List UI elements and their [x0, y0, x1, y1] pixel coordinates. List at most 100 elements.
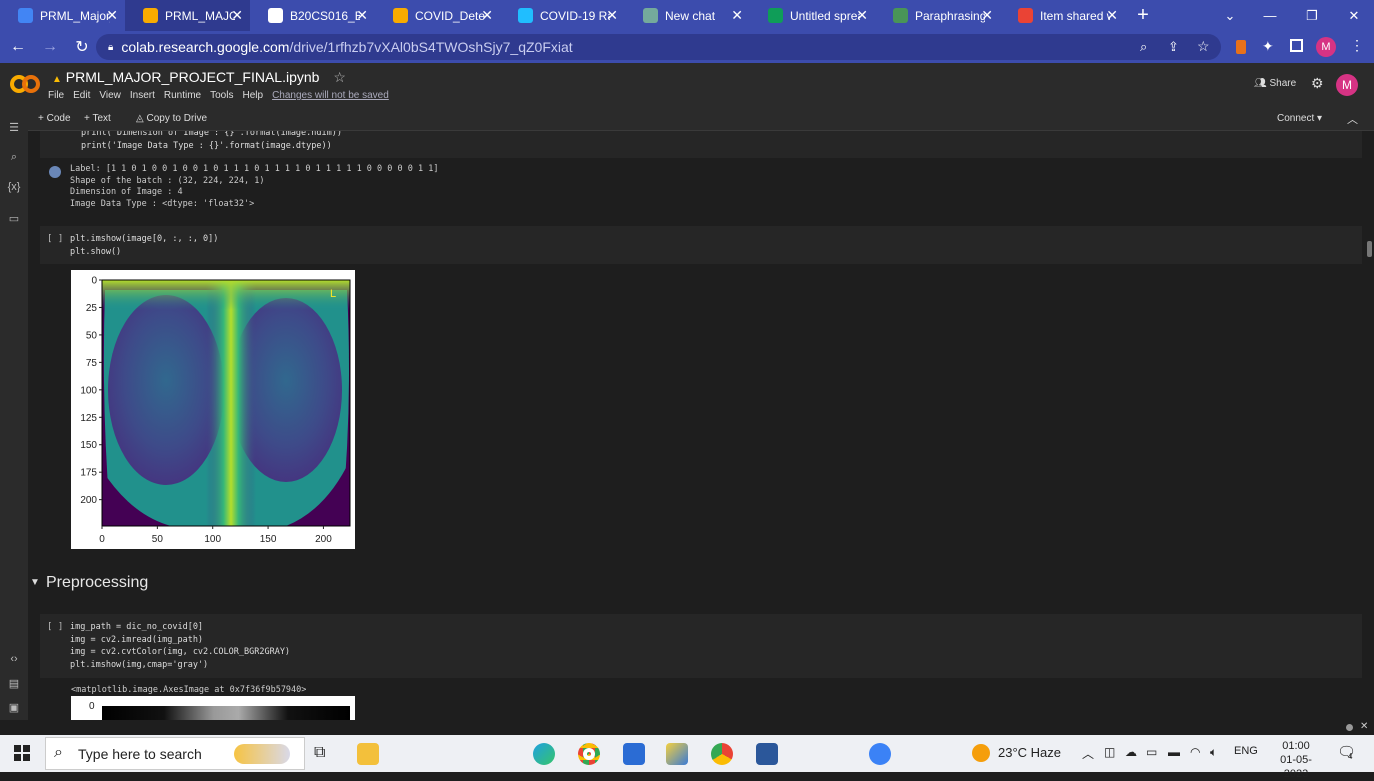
wifi-icon[interactable]: ◠ [1190, 745, 1200, 759]
security-app-icon[interactable] [623, 743, 645, 765]
code-cell[interactable]: [ ] img_path = dic_no_covid[0] img = cv2.… [40, 614, 1362, 678]
python-idle-icon[interactable] [666, 743, 688, 765]
browser-tab[interactable]: PRML_Major_I✕ [0, 0, 125, 31]
weather-text[interactable]: 23°C Haze [998, 745, 1061, 760]
menu-item-insert[interactable]: Insert [130, 90, 155, 101]
x-tick-label: 150 [260, 534, 277, 545]
puzzle-icon[interactable]: ✦ [1262, 38, 1274, 55]
code-cell[interactable]: print('Dimension of Image : {}'.format(i… [40, 131, 1362, 158]
browser-tab[interactable]: COVID_Detect✕ [375, 0, 500, 31]
search-icon[interactable]: ⌕ [7, 151, 21, 165]
connect-button[interactable]: Connect ▾ [1277, 113, 1322, 124]
zoom-icon[interactable]: ⌕ [1140, 39, 1147, 55]
toc-icon[interactable]: ☰ [7, 121, 21, 135]
menu-item-edit[interactable]: Edit [73, 90, 90, 101]
file-explorer-icon[interactable] [357, 743, 379, 765]
task-view-icon[interactable]: ⧉ [314, 744, 325, 762]
command-palette-icon[interactable]: ▤ [7, 677, 21, 691]
close-tab-icon[interactable]: ✕ [606, 7, 618, 24]
copy-to-drive-button[interactable]: ◬ Copy to Drive [136, 113, 207, 124]
menu-item-runtime[interactable]: Runtime [164, 90, 201, 101]
share-button[interactable]: 👥︎ Share [1254, 78, 1296, 89]
browser-tab[interactable]: Item shared w ✕ [1000, 0, 1125, 31]
menu-item-view[interactable]: View [99, 90, 121, 101]
close-window-button[interactable]: ✕ [1334, 0, 1374, 31]
menu-item-file[interactable]: File [48, 90, 64, 101]
menu-item-tools[interactable]: Tools [210, 90, 233, 101]
chrome-icon[interactable] [578, 743, 600, 765]
horizontal-scrollbar[interactable]: ✕ [0, 720, 1374, 735]
close-tab-icon[interactable]: ✕ [356, 7, 368, 24]
notification-icon[interactable]: 🗨︎ 4 [1337, 743, 1356, 761]
notebook-scrollbar[interactable] [1364, 131, 1374, 720]
reload-button[interactable]: ↻ [68, 33, 96, 61]
battery-icon[interactable]: ▬ [1168, 745, 1180, 759]
notebook-title[interactable]: ▲ PRML_MAJOR_PROJECT_FINAL.ipynb ☆ [52, 69, 346, 86]
onedrive-icon[interactable]: ☁ [1125, 745, 1137, 759]
terminal-icon[interactable]: ▣ [7, 701, 21, 715]
address-bar-row: ← → ↻ 🔒︎ colab.research.google.com/drive… [0, 31, 1374, 63]
add-text-button[interactable]: + Text [84, 113, 111, 124]
chrome-profile-icon[interactable] [711, 743, 733, 765]
close-tab-icon[interactable]: ✕ [981, 7, 993, 24]
globe-icon [268, 8, 283, 23]
matplotlib-plot: L 0 25 50 75 100 125 150 175 200 0 50 100 150 200 [71, 270, 355, 549]
code-snippets-icon[interactable]: ‹› [7, 653, 21, 667]
browser-tab[interactable]: Untitled sprea ✕ [750, 0, 875, 31]
url-field[interactable]: 🔒︎ colab.research.google.com/drive/1rfhz… [96, 34, 1221, 60]
back-button[interactable]: ← [4, 33, 32, 61]
settings-gear-icon[interactable]: ⚙ [1311, 75, 1324, 92]
close-tab-icon[interactable]: ✕ [231, 7, 243, 24]
new-tab-button[interactable]: + [1125, 0, 1161, 31]
close-tab-icon[interactable]: ✕ [1106, 7, 1118, 24]
maximize-button[interactable]: ❐ [1292, 0, 1332, 31]
colab-toolbar: + Code + Text ◬ Copy to Drive Connect ▾ … [0, 107, 1374, 131]
word-app-icon[interactable] [756, 743, 778, 765]
code-editor[interactable]: plt.imshow(image[0, :, :, 0]) plt.show() [70, 233, 218, 258]
edge-icon[interactable] [533, 743, 555, 765]
taskbar-search-box[interactable]: ⌕ Type here to search [45, 737, 305, 770]
run-cell-button[interactable]: [ ] [47, 622, 63, 632]
clock[interactable]: 01:00 01-05-2023 [1268, 739, 1324, 781]
bookmark-star-icon[interactable]: ☆ [1197, 38, 1210, 55]
close-panel-icon[interactable]: ✕ [1360, 721, 1368, 732]
browser-tab[interactable]: B20CS016_B2✕ [250, 0, 375, 31]
close-tab-icon[interactable]: ✕ [481, 7, 493, 24]
close-tab-icon[interactable]: ✕ [106, 7, 118, 24]
help-icon[interactable] [869, 743, 891, 765]
add-code-button[interactable]: + Code [38, 113, 71, 124]
sidepanel-icon[interactable] [1290, 39, 1303, 52]
display-icon[interactable]: ▭ [1146, 745, 1157, 759]
extension-icon[interactable] [1236, 40, 1246, 54]
tray-chevron-icon[interactable]: ︿ [1082, 745, 1094, 762]
scroll-thumb[interactable] [1367, 241, 1372, 257]
browser-tab[interactable]: New chat ✕ [625, 0, 750, 31]
code-editor[interactable]: img_path = dic_no_covid[0] img = cv2.imre… [70, 621, 290, 671]
run-cell-button[interactable]: [ ] [47, 234, 63, 244]
browser-tab[interactable]: COVID-19 Rad✕ [500, 0, 625, 31]
browser-tab[interactable]: Paraphrasing ✕ [875, 0, 1000, 31]
code-cell[interactable]: [ ] plt.imshow(image[0, :, :, 0]) plt.sho… [40, 226, 1362, 264]
browser-tab[interactable]: PRML_MAJOR✕ [125, 0, 250, 31]
volume-icon[interactable]: 🔈︎ [1210, 745, 1217, 760]
meet-icon[interactable]: ◫ [1104, 745, 1115, 759]
changes-notice[interactable]: Changes will not be saved [272, 90, 389, 101]
close-tab-icon[interactable]: ✕ [856, 7, 868, 24]
collapse-header-icon[interactable]: ︿ [1347, 111, 1358, 127]
tab-search-chevron-icon[interactable]: ⌄ [1210, 0, 1250, 31]
minimize-button[interactable]: — [1250, 0, 1290, 31]
code-editor[interactable]: print('Dimension of Image : {}'.format(i… [81, 131, 342, 152]
windows-start-icon[interactable] [14, 745, 30, 761]
forward-button[interactable]: → [36, 33, 64, 61]
colab-avatar[interactable]: M [1336, 74, 1358, 96]
share-page-icon[interactable]: ⇪ [1168, 39, 1179, 55]
browser-menu-icon[interactable]: ⋮ [1350, 37, 1364, 54]
profile-avatar[interactable]: M [1316, 37, 1336, 57]
star-icon[interactable]: ☆ [333, 69, 346, 85]
menu-item-help[interactable]: Help [242, 90, 263, 101]
close-tab-icon[interactable]: ✕ [731, 7, 743, 24]
files-icon[interactable]: ▭ [7, 212, 21, 226]
variables-icon[interactable]: {x} [7, 181, 21, 195]
section-collapse-icon[interactable]: ▼ [30, 577, 40, 588]
language-indicator[interactable]: ENG [1234, 745, 1258, 757]
